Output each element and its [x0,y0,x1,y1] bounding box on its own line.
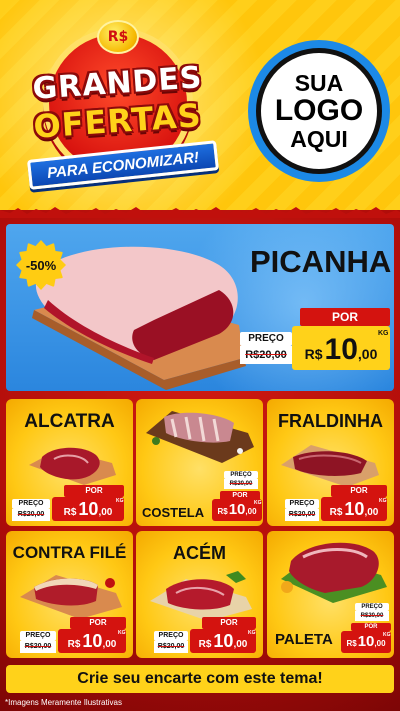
price-unit: KG [378,330,389,337]
preco-label: PREÇO [224,471,258,479]
price-currency: R$ [304,346,323,362]
price-cents: ,00 [102,639,117,650]
new-price: R$ 10 ,00 [190,629,256,653]
fraldinha-image [281,445,379,487]
preco-label: PREÇO [240,332,292,346]
price-integer: 10 [324,333,358,366]
price-unit: KG [254,500,262,506]
torn-paper-edge [0,207,400,218]
price-cents: ,00 [364,507,379,518]
price-cents: ,00 [98,507,113,518]
por-label: POR [64,485,124,497]
price-currency: R$ [329,507,343,518]
product-name: FRALDINHA [278,411,383,431]
product-card-acem[interactable]: ACÉM POR PREÇO R$20,00 R$ 10 ,00 KG [136,531,263,658]
price-unit: KG [379,498,387,504]
por-label: POR [331,485,387,497]
price-tag: POR PREÇO R$20,00 R$ 10 ,00 KG [285,485,389,523]
paleta-image [281,542,387,603]
product-card-contra-file[interactable]: CONTRA FILÉ POR PREÇO R$20,00 R$ 10 ,00 … [6,531,133,658]
old-price: R$20,00 [224,479,258,489]
por-label: POR [351,623,391,631]
por-label: POR [300,308,390,326]
price-integer: 10 [357,633,375,650]
grandes-ofertas-badge: R$ GRANDES OFERTAS PARA ECONOMIZAR! [10,20,225,195]
logo-text-1: SUA [294,70,344,97]
price-integer: 10 [213,631,234,651]
por-label: POR [70,617,126,629]
product-name: PALETA [275,631,333,648]
acem-image [150,571,252,621]
price-integer: 10 [344,499,365,519]
price-cents: ,00 [245,507,257,516]
price-unit: KG [248,630,256,636]
new-price: R$ 10 ,00 [292,326,390,370]
featured-product-name: PICANHA [250,244,392,279]
price-currency: R$ [346,639,357,648]
old-price: R$20,00 [154,641,188,653]
price-tag: PREÇO R$20,00 POR [351,603,391,631]
price-tag: POR PREÇO R$20,00 R$ 10 ,00 KG [12,485,130,523]
contra-file-image [20,575,122,619]
old-price: R$20,00 [12,509,50,521]
price-cents: ,00 [357,346,378,362]
create-flyer-cta-button[interactable]: Crie seu encarte com este tema! [6,665,394,693]
logo-text-3: AQUI [290,125,348,152]
old-price: R$20,00 [355,611,389,621]
old-price: R$20,00 [285,509,319,521]
product-name: COSTELA [142,505,205,520]
new-price: R$ 10 ,00 [52,497,124,521]
price-cents: ,00 [233,639,248,650]
price-currency: R$ [63,507,77,518]
product-card-fraldinha[interactable]: FRALDINHA POR PREÇO R$20,00 R$ 10 ,00 KG [267,399,394,526]
logo-placeholder[interactable]: SUA LOGO AQUI [248,40,390,182]
preco-label: PREÇO [355,603,389,611]
price-currency: R$ [67,639,81,650]
currency-coin-icon: R$ [97,20,139,54]
preco-label: PREÇO [20,631,56,641]
price-tag: POR PREÇO R$20,00 R$ 10 ,00 KG [154,617,258,655]
preco-label: PREÇO [154,631,188,641]
price-integer: 10 [78,499,99,519]
featured-price-tag: POR PREÇO R$20,00 R$ 10 ,00 KG [240,308,390,378]
price-unit: KG [118,630,126,636]
price-currency: R$ [217,507,228,516]
new-price: R$ 10 ,00 [321,497,387,521]
preco-label: PREÇO [12,499,50,509]
price-unit: KG [116,498,124,504]
featured-product-card[interactable]: -50% PICANHA POR PREÇO R$20,00 R$ 10 ,00… [6,224,394,391]
price-tag: POR PREÇO R$20,00 R$ 10 ,00 KG [20,617,128,655]
new-price: R$ 10 ,00 [58,629,126,653]
old-price: R$20,00 [20,641,56,653]
preco-label: PREÇO [285,499,319,509]
logo-text-2: LOGO [274,94,364,128]
price-currency: R$ [198,639,212,650]
header-banner: R$ GRANDES OFERTAS PARA ECONOMIZAR! SUA … [0,0,400,218]
alcatra-image [29,447,116,485]
por-label: POR [202,617,256,629]
product-card-costela[interactable]: COSTELA PREÇO R$20,00 POR R$ 10 ,00 KG [136,399,263,526]
product-name: ACÉM [173,543,226,563]
price-integer: 10 [228,501,246,518]
product-name: CONTRA FILÉ [12,543,127,562]
product-card-alcatra[interactable]: ALCATRA POR PREÇO R$20,00 R$ 10 ,00 KG [6,399,133,526]
logo-circle: SUA LOGO AQUI [256,48,382,174]
price-unit: KG [383,632,391,638]
product-name: ALCATRA [24,411,115,432]
price-tag-main: R$ 10 ,00 KG [341,631,391,655]
product-card-paleta[interactable]: PREÇO R$20,00 POR PALETA R$ 10 ,00 KG [267,531,394,658]
price-tag-main: R$ 10 ,00 KG [212,499,262,523]
price-integer: 10 [82,631,103,651]
disclaimer-text: *Imagens Meramente Ilustrativas [5,698,122,707]
costela-image [146,411,254,463]
old-price: R$20,00 [240,346,292,364]
price-cents: ,00 [374,639,386,648]
